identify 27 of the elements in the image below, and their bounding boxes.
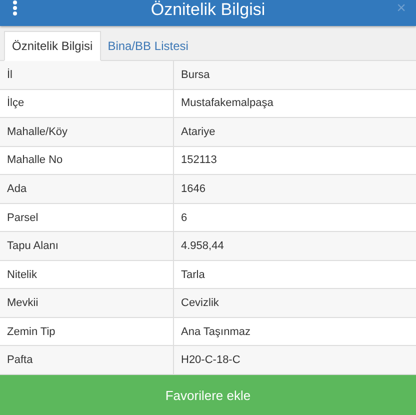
table-cell-text: Ana Taşınmaz — [180, 324, 252, 340]
table-cell-text: 152113 — [180, 153, 218, 168]
table-cell: İlçe — [0, 90, 174, 118]
table-cell: Mevkii — [0, 289, 174, 317]
table-cell: Mahalle/Köy — [0, 118, 174, 146]
table-cell-text: 4.958,44 — [180, 239, 225, 254]
table-cell-text: Bursa — [180, 68, 211, 83]
table-cell: Mahalle No — [0, 146, 174, 174]
add-to-favorites-button[interactable]: Favorilere ekle — [0, 375, 416, 415]
table-cell: Ada — [0, 175, 174, 203]
table-cell: Nitelik — [0, 260, 174, 288]
table-cell-text: 1646 — [180, 182, 206, 197]
tab[interactable]: Öznitelik Bilgisi — [4, 31, 101, 61]
table-cell-text: Tarla — [180, 268, 206, 283]
menu-icon[interactable] — [12, 0, 18, 16]
table-cell: Pafta — [0, 346, 174, 374]
table-cell-text: Mustafakemalpaşa — [180, 96, 274, 112]
table-cell: Tapu Alanı — [0, 232, 174, 260]
table-cell: İl — [0, 61, 174, 89]
table-cell: Parsel — [0, 204, 174, 232]
table-cell-text: 6 — [180, 210, 188, 226]
table-cell-text: Atariye — [180, 124, 216, 140]
table-cell-text: H20-C-18-C — [180, 353, 242, 368]
table-cell: Zemin Tip — [0, 318, 174, 346]
tab[interactable]: Bina/BB Listesi — [100, 31, 196, 61]
window-title: Öznitelik Bilgisi — [150, 0, 266, 20]
table-cell-text: Cevizlik — [180, 296, 220, 312]
